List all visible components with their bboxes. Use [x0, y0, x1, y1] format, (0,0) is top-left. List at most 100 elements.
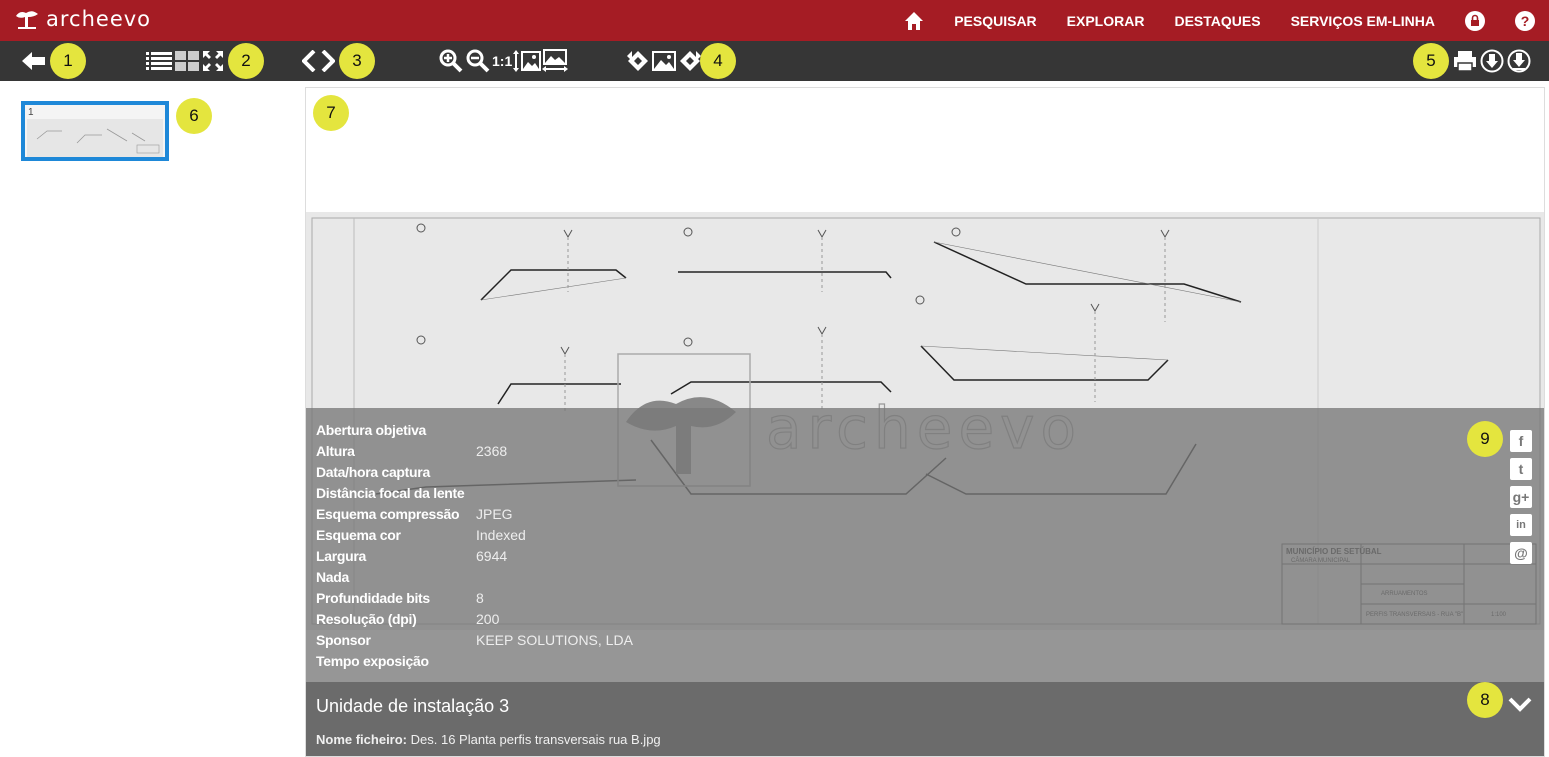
facebook-share-icon[interactable]: f: [1510, 430, 1532, 452]
metadata-row: Abertura objetiva: [316, 422, 476, 443]
googleplus-share-icon[interactable]: g+: [1510, 486, 1532, 508]
zoom-1to1-button[interactable]: 1:1: [492, 49, 512, 73]
metadata-row: Esquema compressão JPEG: [316, 506, 513, 527]
metadata-row: Esquema cor Indexed: [316, 527, 526, 548]
fit-width-button[interactable]: [542, 49, 568, 73]
metadata-value: 6944: [476, 548, 508, 564]
metadata-row: Largura 6944: [316, 548, 507, 569]
metadata-row: Profundidade bits 8: [316, 590, 484, 611]
nav-pesquisar[interactable]: PESQUISAR: [954, 13, 1036, 29]
callout-9: 9: [1467, 421, 1503, 457]
logo-text: archeevo: [46, 7, 152, 31]
list-view-button[interactable]: [146, 49, 172, 73]
metadata-value: KEEP SOLUTIONS, LDA: [476, 632, 633, 648]
metadata-label: Largura: [316, 548, 367, 564]
metadata-label: Nada: [316, 569, 350, 585]
document-viewer[interactable]: archeevo MUNICÍPIO DE SETÚBAL CÂMARA MUN…: [305, 87, 1545, 757]
download-button[interactable]: [1480, 49, 1504, 73]
metadata-row: Distância focal da lente: [316, 485, 476, 506]
zoom-in-icon: [439, 49, 463, 73]
lock-icon[interactable]: [1465, 10, 1485, 31]
nav-explorar[interactable]: EXPLORAR: [1067, 13, 1145, 29]
callout-2: 2: [228, 43, 264, 79]
nav-servicos[interactable]: SERVIÇOS EM-LINHA: [1291, 13, 1435, 29]
unit-title: Unidade de instalação 3: [316, 696, 510, 716]
fit-height-icon: [513, 50, 541, 72]
metadata-label: Sponsor: [316, 632, 371, 648]
chevron-right-icon: [321, 50, 335, 72]
main-nav: PESQUISAR EXPLORAR DESTAQUES SERVIÇOS EM…: [874, 0, 1535, 41]
back-button[interactable]: [22, 49, 46, 73]
filename-value: Des. 16 Planta perfis transversais rua B…: [410, 732, 661, 747]
filename: Nome ficheiro: Des. 16 Planta perfis tra…: [316, 732, 661, 747]
fit-width-icon: [542, 49, 568, 72]
page-thumbnail[interactable]: 1: [21, 101, 169, 161]
metadata-value: JPEG: [476, 506, 513, 522]
list-icon: [146, 52, 172, 70]
metadata-label: Esquema compressão: [316, 506, 460, 522]
metadata-value: Indexed: [476, 527, 526, 543]
metadata-row: Altura 2368: [316, 443, 507, 464]
fullscreen-button[interactable]: [202, 49, 224, 73]
help-icon[interactable]: ?: [1515, 10, 1535, 31]
metadata-row: Data/hora captura: [316, 464, 476, 485]
zoom-out-button[interactable]: [466, 49, 490, 73]
image-icon: [652, 51, 676, 71]
rotate-left-icon: [627, 51, 648, 71]
metadata-row: Tempo exposição: [316, 653, 476, 674]
callout-7: 7: [313, 95, 349, 131]
metadata-label: Resolução (dpi): [316, 611, 417, 627]
email-share-icon[interactable]: @: [1510, 542, 1532, 564]
metadata-row: Sponsor KEEP SOLUTIONS, LDA: [316, 632, 633, 653]
metadata-label: Distância focal da lente: [316, 485, 465, 501]
metadata-row: Nada: [316, 569, 476, 590]
metadata-label: Esquema cor: [316, 527, 401, 543]
metadata-value: 8: [476, 590, 484, 606]
nav-destaques[interactable]: DESTAQUES: [1174, 13, 1260, 29]
grid-icon: [175, 51, 199, 71]
linkedin-share-icon[interactable]: in: [1510, 514, 1532, 536]
rotate-right-icon: [680, 51, 701, 71]
arrow-left-icon: [22, 52, 45, 70]
top-bar: archeevo PESQUISAR EXPLORAR DESTAQUES SE…: [0, 0, 1549, 41]
zoom-in-button[interactable]: [439, 49, 463, 73]
zoom-out-icon: [466, 49, 490, 73]
callout-8: 8: [1467, 682, 1503, 718]
svg-text:?: ?: [1521, 13, 1530, 29]
twitter-share-icon[interactable]: t: [1510, 458, 1532, 480]
thumbnail-page-number: 1: [28, 107, 34, 118]
expand-chevron-icon[interactable]: [1508, 696, 1532, 717]
home-icon[interactable]: [904, 11, 924, 31]
thumbnail-image: [27, 119, 163, 157]
metadata-label: Altura: [316, 443, 355, 459]
next-button[interactable]: [319, 49, 335, 73]
image-button[interactable]: [652, 49, 676, 73]
callout-3: 3: [339, 43, 375, 79]
download-icon: [1480, 49, 1504, 73]
print-button[interactable]: [1453, 49, 1477, 73]
metadata-label: Profundidade bits: [316, 590, 430, 606]
metadata-panel: Abertura objetiva Altura 2368 Data/hora c…: [306, 408, 1544, 682]
metadata-value: 200: [476, 611, 500, 627]
rotate-left-button[interactable]: [626, 49, 650, 73]
fit-height-button[interactable]: [513, 49, 541, 73]
logo[interactable]: archeevo: [14, 7, 151, 31]
metadata-row: Resolução (dpi) 200: [316, 611, 499, 632]
download-all-button[interactable]: [1507, 49, 1531, 73]
metadata-label: Abertura objetiva: [316, 422, 427, 438]
document-info-bar: Unidade de instalação 3 Nome ficheiro: D…: [306, 682, 1544, 756]
metadata-label: Data/hora captura: [316, 464, 430, 480]
rotate-right-button[interactable]: [678, 49, 702, 73]
print-icon: [1454, 51, 1476, 72]
filename-label: Nome ficheiro:: [316, 732, 408, 747]
callout-6: 6: [176, 98, 212, 134]
callout-5: 5: [1413, 43, 1449, 79]
metadata-value: 2368: [476, 443, 508, 459]
callout-4: 4: [700, 43, 736, 79]
download-all-icon: [1507, 49, 1531, 73]
tree-logo-icon: [16, 11, 38, 29]
chevron-left-icon: [302, 50, 316, 72]
fullscreen-icon: [203, 51, 223, 71]
grid-view-button[interactable]: [175, 49, 199, 73]
previous-button[interactable]: [302, 49, 318, 73]
